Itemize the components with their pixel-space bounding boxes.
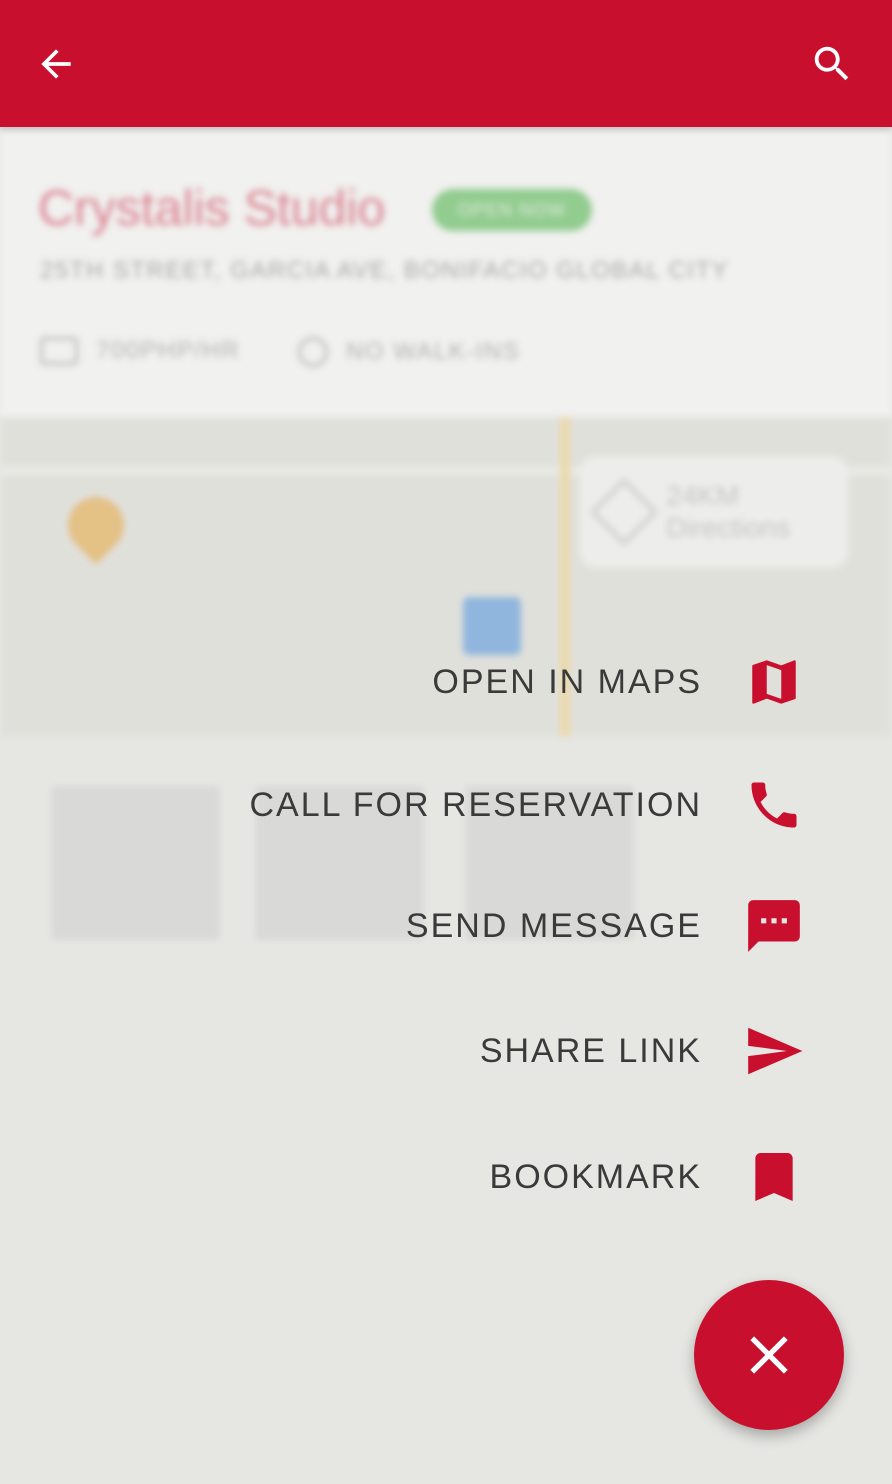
- open-in-maps-label: OPEN IN MAPS: [432, 662, 702, 701]
- info-icon: [298, 337, 328, 367]
- status-badge: OPEN NOW: [432, 189, 592, 231]
- studio-name: Crystalis Studio: [38, 180, 386, 236]
- send-message-label: SEND MESSAGE: [405, 906, 702, 945]
- price-label: 700PHP/HR: [96, 337, 241, 364]
- bookmark-action[interactable]: BOOKMARK: [0, 1137, 892, 1217]
- money-icon: [40, 337, 78, 365]
- share-link-label: SHARE LINK: [479, 1031, 702, 1070]
- phone-icon: [742, 773, 806, 837]
- arrow-back-icon: [41, 49, 71, 79]
- close-icon: [750, 1336, 788, 1374]
- call-for-reservation-label: CALL FOR RESERVATION: [249, 785, 702, 824]
- map-icon: [742, 650, 806, 714]
- directions-box: 24KM Directions: [580, 457, 848, 567]
- directions-icon: [590, 478, 658, 546]
- search-icon: [814, 46, 849, 81]
- directions-label: Directions: [666, 512, 791, 543]
- location-pin-icon: [56, 485, 136, 565]
- send-icon: [742, 1019, 806, 1083]
- call-for-reservation-action[interactable]: CALL FOR RESERVATION: [0, 765, 892, 845]
- share-link-action[interactable]: SHARE LINK: [0, 1011, 892, 1091]
- search-button[interactable]: [802, 34, 862, 94]
- back-button[interactable]: [26, 34, 86, 94]
- distance-label: 24KM: [666, 480, 740, 511]
- message-icon: [742, 894, 806, 958]
- open-in-maps-action[interactable]: OPEN IN MAPS: [0, 642, 892, 722]
- price-info: 700PHP/HR: [40, 337, 240, 365]
- studio-address: 25TH STREET, GARCIA AVE, BONIFACIO GLOBA…: [40, 257, 730, 284]
- walkin-info: NO WALK-INS: [298, 337, 520, 367]
- bookmark-icon: [742, 1145, 806, 1209]
- bookmark-label: BOOKMARK: [489, 1157, 702, 1196]
- walkin-label: NO WALK-INS: [346, 338, 521, 365]
- app-bar: [0, 0, 892, 127]
- studio-header-card: Crystalis Studio OPEN NOW 25TH STREET, G…: [0, 127, 892, 417]
- close-fab-button[interactable]: [694, 1280, 844, 1430]
- send-message-action[interactable]: SEND MESSAGE: [0, 886, 892, 966]
